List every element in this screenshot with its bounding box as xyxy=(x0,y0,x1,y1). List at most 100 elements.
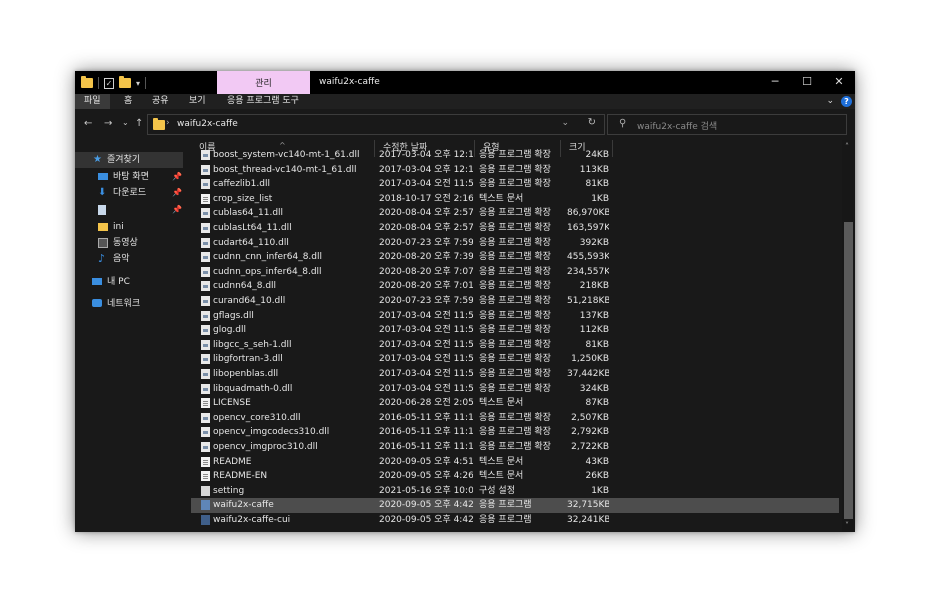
dll-file-icon xyxy=(201,252,210,263)
tab-app-tools[interactable]: 응용 프로그램 도구 xyxy=(227,94,299,109)
table-row[interactable]: cudnn_cnn_infer64_8.dll 2020-08-20 오후 7:3… xyxy=(191,250,839,265)
title-bar: ✓ ▾ 관리 waifu2x-caffe ─ ☐ ✕ xyxy=(75,71,855,94)
properties-icon[interactable]: ✓ xyxy=(104,77,114,89)
file-date: 2016-05-11 오후 11:19 xyxy=(379,442,473,452)
table-row[interactable]: cublas64_11.dll 2020-08-04 오후 2:57 응용 프로그램… xyxy=(191,206,839,221)
dll-file-icon xyxy=(201,164,210,175)
address-dropdown-icon[interactable]: ⌄ xyxy=(561,118,569,128)
file-date: 2017-03-04 오후 12:14 xyxy=(379,164,473,175)
table-row[interactable]: cudnn_ops_infer64_8.dll 2020-08-20 오후 7:0… xyxy=(191,265,839,280)
table-row[interactable]: libgcc_s_seh-1.dll 2017-03-04 오전 11:53 응용 … xyxy=(191,338,839,353)
dll-file-icon xyxy=(201,325,210,336)
file-name: waifu2x-caffe xyxy=(213,500,274,511)
file-name: README xyxy=(213,456,252,467)
table-row[interactable]: libgfortran-3.dll 2017-03-04 오전 11:53 응용 프… xyxy=(191,352,839,367)
tab-file[interactable]: 파일 xyxy=(75,94,110,109)
expand-ribbon-icon[interactable]: ⌄ xyxy=(826,96,834,106)
table-row[interactable]: curand64_10.dll 2020-07-23 오후 7:59 응용 프로그램… xyxy=(191,294,839,309)
recent-locations-button[interactable]: ⌄ xyxy=(122,118,129,127)
nav-item-label: 즐겨찾기 xyxy=(107,155,141,165)
tab-share[interactable]: 공유 xyxy=(152,94,169,109)
nav-item-network[interactable]: 네트워크 xyxy=(75,296,183,312)
table-row[interactable]: opencv_imgcodecs310.dll 2016-05-11 오후 11:… xyxy=(191,425,839,440)
table-row[interactable]: glog.dll 2017-03-04 오전 11:57 응용 프로그램 확장 112… xyxy=(191,323,839,338)
table-row[interactable]: opencv_imgproc310.dll 2016-05-11 오후 11:19… xyxy=(191,440,839,455)
tab-view[interactable]: 보기 xyxy=(189,94,206,109)
search-input[interactable]: waifu2x-caffe 검색 xyxy=(637,119,717,132)
table-row[interactable]: gflags.dll 2017-03-04 오전 11:54 응용 프로그램 확장 1… xyxy=(191,309,839,324)
vertical-scrollbar[interactable]: ˄ ˅ xyxy=(842,140,855,532)
table-row[interactable]: boost_thread-vc140-mt-1_61.dll 2017-03-04… xyxy=(191,163,839,178)
file-date: 2017-03-04 오전 11:53 xyxy=(379,354,473,365)
table-row[interactable]: cudnn64_8.dll 2020-08-20 오후 7:01 응용 프로그램 확… xyxy=(191,279,839,294)
up-button[interactable]: ↑ xyxy=(135,118,143,129)
pin-icon[interactable]: 📌 xyxy=(172,169,182,185)
pin-icon[interactable]: 📌 xyxy=(172,202,182,218)
file-date: 2021-05-16 오후 10:01 xyxy=(379,485,473,496)
file-name: libquadmath-0.dll xyxy=(213,383,293,394)
back-button[interactable]: ← xyxy=(84,118,92,129)
customize-qat-icon[interactable]: ▾ xyxy=(136,79,140,88)
table-row[interactable]: libquadmath-0.dll 2017-03-04 오전 11:53 응용 프… xyxy=(191,382,839,397)
dll-file-icon xyxy=(201,412,210,423)
search-box[interactable]: ⚲ waifu2x-caffe 검색 xyxy=(607,114,847,135)
file-size: 112KB xyxy=(579,325,609,336)
file-size: 26KB xyxy=(585,471,609,482)
table-row[interactable]: cudart64_110.dll 2020-07-23 오후 7:59 응용 프로그… xyxy=(191,236,839,251)
file-date: 2020-09-05 오후 4:42 xyxy=(379,515,473,525)
scroll-up-button[interactable]: ˄ xyxy=(845,142,849,151)
file-type: 응용 프로그램 확장 xyxy=(479,442,551,452)
search-icon: ⚲ xyxy=(619,118,627,129)
table-row[interactable]: README 2020-09-05 오후 4:51 텍스트 문서 43KB xyxy=(191,455,839,470)
breadcrumb-separator[interactable]: › xyxy=(234,118,238,128)
table-row[interactable]: caffezlib1.dll 2017-03-04 오전 11:53 응용 프로그램… xyxy=(191,177,839,192)
table-row[interactable]: LICENSE 2020-06-28 오전 2:05 텍스트 문서 87KB xyxy=(191,396,839,411)
nav-item-desktop[interactable]: 바탕 화면 📌 xyxy=(75,169,183,185)
file-type: 응용 프로그램 확장 xyxy=(479,296,551,306)
address-bar[interactable]: › waifu2x-caffe › ⌄ ↻ xyxy=(147,114,605,135)
file-name: libgcc_s_seh-1.dll xyxy=(213,339,292,350)
table-row[interactable]: setting 2021-05-16 오후 10:01 구성 설정 1KB xyxy=(191,484,839,499)
table-row[interactable]: waifu2x-caffe 2020-09-05 오후 4:42 응용 프로그램 32… xyxy=(191,498,839,513)
file-name: cudnn_cnn_infer64_8.dll xyxy=(213,252,322,263)
file-type: 응용 프로그램 확장 xyxy=(479,266,551,277)
table-row[interactable]: boost_system-vc140-mt-1_61.dll 2017-03-04… xyxy=(191,148,839,163)
forward-button[interactable]: → xyxy=(104,118,112,129)
table-row[interactable]: cublasLt64_11.dll 2020-08-04 오후 2:57 응용 프로… xyxy=(191,221,839,236)
file-date: 2020-09-05 오후 4:42 xyxy=(379,500,473,511)
explorer-window: ✓ ▾ 관리 waifu2x-caffe ─ ☐ ✕ 파일 홈 공유 보기 응용… xyxy=(75,71,855,532)
network-icon xyxy=(92,299,102,307)
file-name: setting xyxy=(213,485,245,496)
nav-item-downloads[interactable]: ⬇ 다운로드 📌 xyxy=(75,185,183,201)
table-row[interactable]: README-EN 2020-09-05 오후 4:26 텍스트 문서 26KB xyxy=(191,469,839,484)
minimize-button[interactable]: ─ xyxy=(758,71,792,94)
scroll-down-button[interactable]: ˅ xyxy=(845,521,849,530)
tab-home[interactable]: 홈 xyxy=(124,94,132,109)
nav-item-this-pc[interactable]: 내 PC xyxy=(75,274,183,290)
contextual-tab-manage[interactable]: 관리 xyxy=(217,71,310,94)
table-row[interactable]: waifu2x-caffe-cui 2020-09-05 오후 4:42 응용 프로… xyxy=(191,513,839,528)
nav-item-ini[interactable]: ini xyxy=(75,219,183,235)
help-icon[interactable]: ? xyxy=(841,96,852,107)
file-size: 43KB xyxy=(585,456,609,467)
scroll-thumb[interactable] xyxy=(844,222,853,519)
nav-item-documents[interactable]: 📌 xyxy=(75,202,183,218)
new-folder-icon[interactable] xyxy=(119,76,131,88)
maximize-button[interactable]: ☐ xyxy=(790,71,824,94)
pin-icon[interactable]: 📌 xyxy=(172,185,182,201)
table-row[interactable]: libopenblas.dll 2017-03-04 오전 11:53 응용 프로그… xyxy=(191,367,839,382)
breadcrumb-separator[interactable]: › xyxy=(166,118,170,128)
table-row[interactable]: opencv_core310.dll 2016-05-11 오후 11:19 응용 … xyxy=(191,411,839,426)
file-name: cudnn_ops_infer64_8.dll xyxy=(213,266,322,277)
breadcrumb-waifu2x-caffe[interactable]: waifu2x-caffe xyxy=(177,119,238,129)
file-name: cublasLt64_11.dll xyxy=(213,223,292,233)
nav-item-music[interactable]: ♪ 음악 xyxy=(75,251,183,267)
text-file-icon xyxy=(201,193,210,204)
nav-item-favorites[interactable]: ★ 즐겨찾기 xyxy=(75,152,183,168)
file-date: 2020-08-20 오후 7:07 xyxy=(379,266,473,277)
nav-item-videos[interactable]: 동영상 xyxy=(75,235,183,251)
table-row[interactable]: crop_size_list 2018-10-17 오전 2:16 텍스트 문서 1K… xyxy=(191,192,839,207)
file-date: 2020-09-05 오후 4:26 xyxy=(379,471,473,482)
refresh-icon[interactable]: ↻ xyxy=(588,117,596,128)
close-button[interactable]: ✕ xyxy=(822,71,855,94)
